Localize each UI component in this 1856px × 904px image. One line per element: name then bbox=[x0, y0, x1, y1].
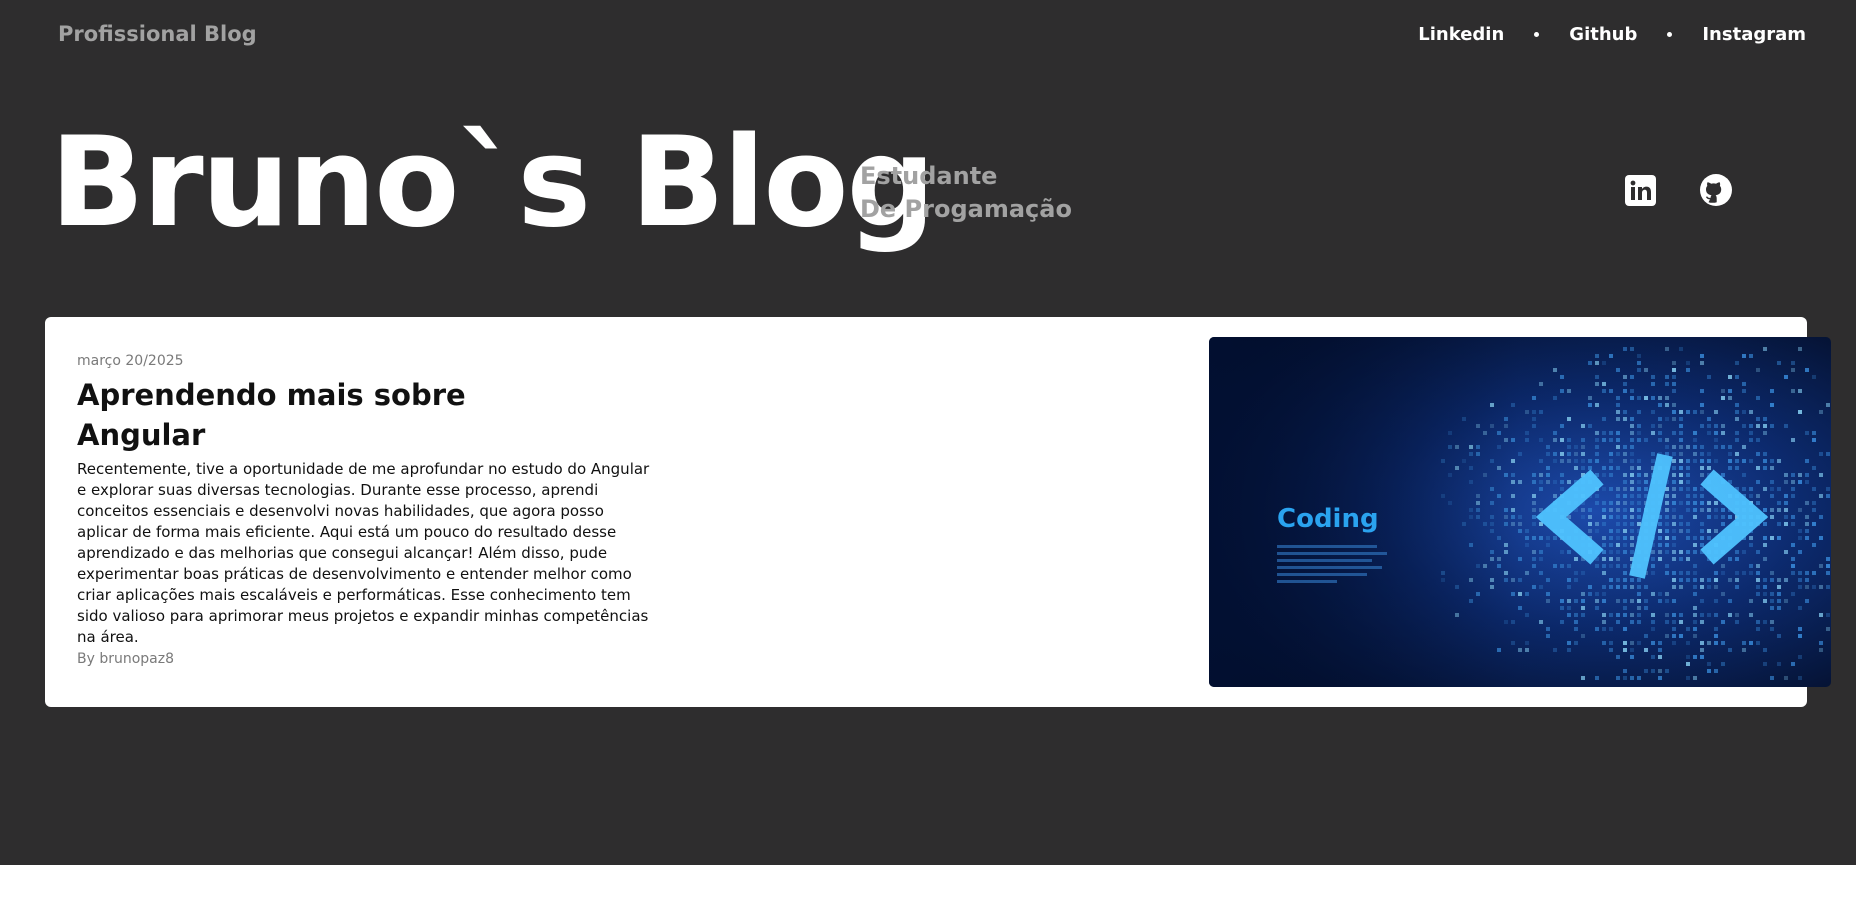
hero-subtitle: Estudante De Progamação bbox=[860, 160, 1072, 226]
page-background: Profissional Blog Linkedin Github Instag… bbox=[0, 0, 1856, 865]
post-image: Coding bbox=[1209, 337, 1831, 687]
post-body: Recentemente, tive a oportunidade de me … bbox=[77, 460, 650, 646]
hero-title: Bruno`s Blog bbox=[50, 111, 935, 255]
post-title[interactable]: Aprendendo mais sobre Angular bbox=[77, 375, 477, 455]
nav-link-instagram[interactable]: Instagram bbox=[1702, 24, 1806, 45]
nav-separator-dot bbox=[1667, 32, 1673, 37]
post-author: By brunopaz8 bbox=[77, 651, 175, 667]
hero-subtitle-line-2: De Progamação bbox=[860, 195, 1072, 223]
top-nav: Linkedin Github Instagram bbox=[1418, 24, 1806, 45]
github-icon[interactable] bbox=[1700, 174, 1732, 206]
blog-post-card[interactable]: março 20/2025 Aprendendo mais sobre Angu… bbox=[45, 317, 1831, 707]
nav-link-linkedin[interactable]: Linkedin bbox=[1418, 24, 1504, 45]
brand-logo[interactable]: Profissional Blog bbox=[58, 22, 257, 46]
footer-strip bbox=[0, 865, 1856, 904]
nav-separator-dot bbox=[1534, 32, 1540, 37]
post-image-heading: Coding bbox=[1277, 504, 1379, 534]
linkedin-icon[interactable] bbox=[1624, 174, 1656, 206]
hero-subtitle-line-1: Estudante bbox=[860, 162, 998, 190]
post-date: março 20/2025 bbox=[77, 353, 184, 369]
nav-link-github[interactable]: Github bbox=[1569, 24, 1637, 45]
